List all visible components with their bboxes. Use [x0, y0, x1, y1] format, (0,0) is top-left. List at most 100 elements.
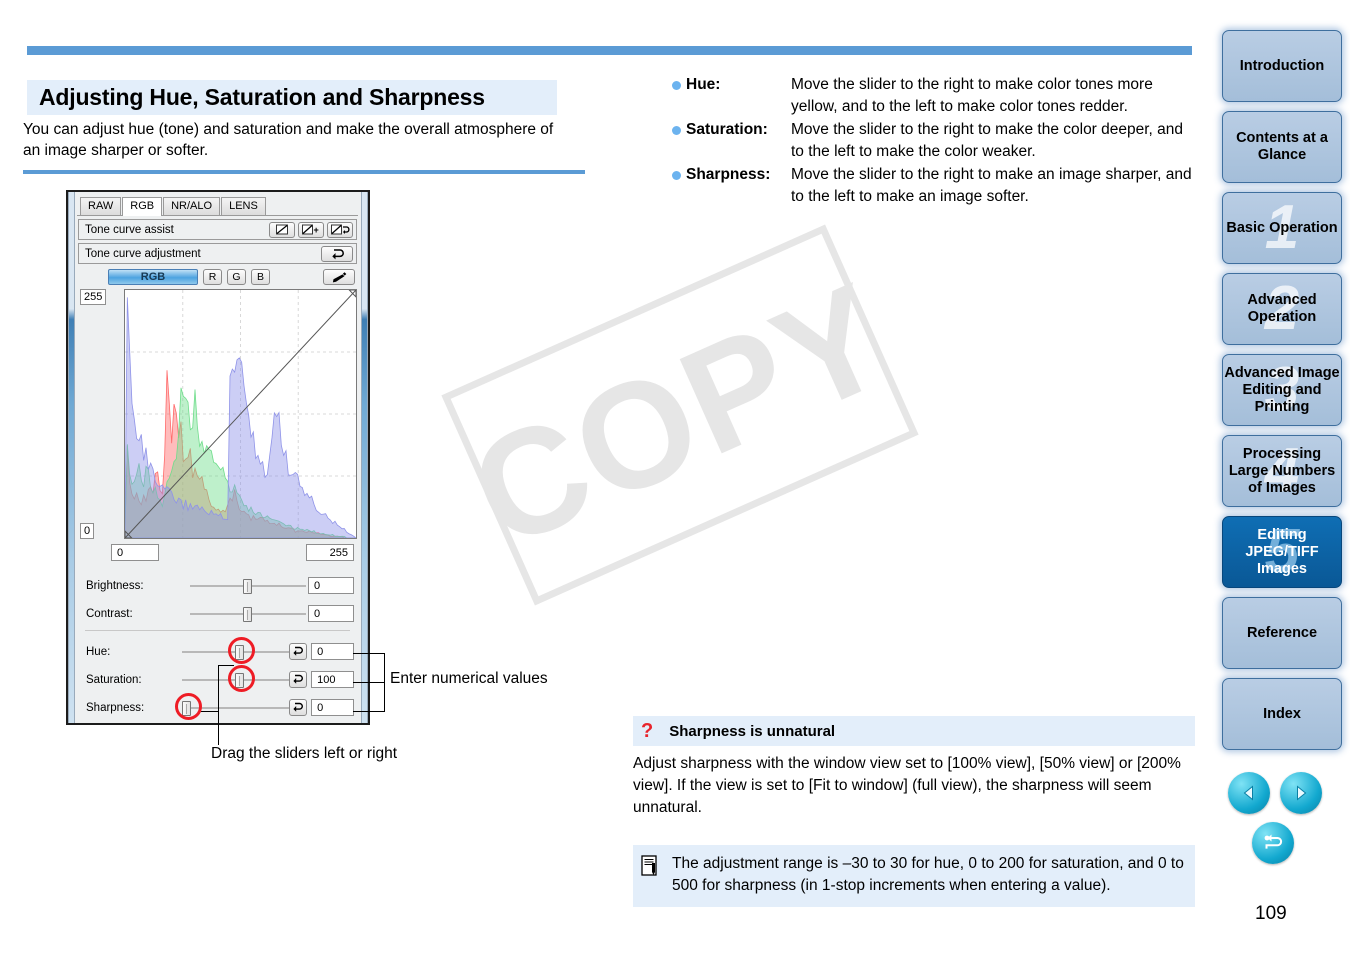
sidebar-item-basic-operation[interactable]: 1 Basic Operation — [1222, 192, 1342, 264]
back-button[interactable] — [1252, 822, 1294, 864]
saturation-thumb[interactable] — [234, 672, 244, 688]
note-pencil-icon — [641, 855, 665, 897]
left-scroll-strip[interactable] — [68, 192, 75, 723]
tone-curve-assist-label: Tone curve assist — [85, 223, 174, 236]
copy-watermark: COPY — [441, 224, 919, 606]
svg-text:+: + — [314, 225, 319, 235]
graph-y-min-label: 0 — [80, 523, 95, 539]
saturation-reset-icon[interactable] — [288, 671, 308, 688]
previous-page-button[interactable] — [1228, 772, 1270, 814]
sidebar-label-basic-operation: Basic Operation — [1226, 219, 1338, 236]
histogram-canvas[interactable] — [124, 289, 357, 539]
callout-drag-horiz-2 — [218, 665, 234, 666]
sharpness-label: Sharpness: — [86, 701, 145, 714]
sidebar-item-introduction[interactable]: Introduction — [1222, 30, 1342, 102]
contrast-slider[interactable] — [190, 606, 306, 622]
next-page-button[interactable] — [1280, 772, 1323, 814]
contrast-thumb[interactable] — [243, 606, 252, 622]
channel-b-button[interactable]: B — [251, 269, 270, 285]
tip-note: The adjustment range is –30 to 30 for hu… — [633, 845, 1195, 907]
tone-curve-assist-row: Tone curve assist + — [78, 219, 357, 240]
channel-r-button[interactable]: R — [203, 269, 222, 285]
tab-nr-alo[interactable]: NR/ALO — [163, 197, 221, 215]
sharpness-thumb[interactable] — [181, 700, 191, 716]
slider-row-contrast: Contrast: 0 — [78, 600, 357, 627]
callout-drag-horiz-1 — [198, 711, 219, 712]
curve-plus-icon[interactable]: + — [298, 221, 324, 238]
bullet-dot-icon — [672, 126, 681, 135]
hue-reset-icon[interactable] — [288, 643, 308, 660]
bullet-dot-icon — [672, 171, 681, 180]
page-navigation-buttons — [1228, 772, 1348, 864]
tone-curve-graph: 255 0 — [78, 289, 357, 539]
copy-watermark-text: COPY — [448, 250, 913, 580]
manual-page: COPY Adjusting Hue, Saturation and Sharp… — [0, 0, 1350, 954]
sidebar-item-processing-large-numbers-of-images[interactable]: 4 Processing Large Numbers of Images — [1222, 435, 1342, 507]
brightness-label: Brightness: — [86, 579, 144, 592]
input-level-field[interactable]: 0 — [111, 544, 159, 561]
sidebar-item-advanced-operation[interactable]: 2 Advanced Operation — [1222, 273, 1342, 345]
sidebar-label-contents-at-a-glance: Contents at a Glance — [1236, 130, 1328, 163]
warning-note-body: Adjust sharpness with the window view se… — [633, 755, 1181, 816]
sharpness-slider[interactable] — [181, 700, 289, 716]
chapter-navigation-sidebar: Introduction Contents at a Glance 1 Basi… — [1214, 30, 1350, 759]
saturation-label: Saturation: — [86, 673, 142, 686]
output-level-field[interactable]: 255 — [306, 544, 354, 561]
tab-raw[interactable]: RAW — [80, 197, 122, 215]
slider-row-hue: Hue: 0 — [78, 638, 357, 665]
curve-revert-icon[interactable] — [327, 221, 353, 238]
sharpness-reset-icon[interactable] — [288, 699, 308, 716]
page-title-box: Adjusting Hue, Saturation and Sharpness — [27, 80, 557, 115]
slider-row-brightness: Brightness: 0 — [78, 572, 357, 599]
bullet-desc-sharpness: Move the slider to the right to make an … — [791, 166, 1192, 205]
callout-enter-values: Enter numerical values — [390, 670, 548, 687]
slider-group-divider — [85, 630, 350, 631]
tab-rgb[interactable]: RGB — [122, 197, 163, 216]
sidebar-label-reference: Reference — [1246, 624, 1318, 641]
callout-line-hue — [353, 653, 385, 654]
tab-lens[interactable]: LENS — [221, 197, 266, 215]
sidebar-label-editing-jpeg-tiff-images: Editing JPEG/TIFF Images — [1245, 526, 1319, 577]
sidebar-item-advanced-image-editing-and-printing[interactable]: 3 Advanced Image Editing and Printing — [1222, 354, 1342, 426]
sidebar-item-contents-at-a-glance[interactable]: Contents at a Glance — [1222, 111, 1342, 183]
sidebar-item-index[interactable]: Index — [1222, 678, 1342, 750]
sidebar-label-index: Index — [1263, 705, 1301, 722]
channel-selector-row: RGB R G B — [78, 268, 357, 286]
bullet-desc-saturation: Move the slider to the right to make the… — [791, 121, 1184, 160]
sidebar-label-processing-large-numbers-of-images: Processing Large Numbers of Images — [1228, 445, 1336, 496]
brightness-value-field[interactable]: 0 — [308, 577, 354, 594]
hue-slider[interactable] — [181, 644, 289, 660]
saturation-value-field[interactable]: 100 — [311, 671, 354, 688]
sharpness-value-field[interactable]: 0 — [311, 699, 354, 716]
revert-arrow-icon[interactable] — [321, 245, 353, 262]
brightness-thumb[interactable] — [243, 578, 252, 594]
warning-note: ? Sharpness is unnatural Adjust sharpnes… — [633, 716, 1195, 819]
channel-rgb-button[interactable]: RGB — [108, 269, 198, 285]
hue-value-field[interactable]: 0 — [311, 643, 354, 660]
brightness-slider[interactable] — [190, 578, 306, 594]
hue-thumb[interactable] — [234, 644, 244, 660]
sidebar-label-advanced-image-editing-and-printing: Advanced Image Editing and Printing — [1224, 364, 1340, 415]
eyedropper-icon[interactable] — [323, 269, 355, 285]
curve-standard-icon[interactable] — [269, 221, 295, 238]
saturation-slider[interactable] — [181, 672, 289, 688]
callout-line-sharp — [353, 711, 385, 712]
callout-drag-vert-2 — [218, 665, 219, 712]
section-intro: You can adjust hue (tone) and saturation… — [23, 121, 554, 159]
page-title: Adjusting Hue, Saturation and Sharpness — [39, 84, 485, 110]
graph-y-max-label: 255 — [80, 289, 107, 305]
callout-drag-vert — [218, 711, 219, 745]
top-rule — [27, 46, 1192, 55]
sidebar-item-reference[interactable]: Reference — [1222, 597, 1342, 669]
page-number: 109 — [1255, 903, 1287, 924]
sidebar-item-editing-jpeg-tiff-images[interactable]: 5 Editing JPEG/TIFF Images — [1222, 516, 1342, 588]
hue-label: Hue: — [86, 645, 111, 658]
section-divider — [23, 170, 585, 174]
channel-g-button[interactable]: G — [227, 269, 246, 285]
right-scroll-strip[interactable] — [361, 192, 368, 723]
contrast-value-field[interactable]: 0 — [308, 605, 354, 622]
bullet-list: Hue: Move the slider to the right to mak… — [672, 74, 1192, 209]
bullet-term-saturation: Saturation: — [686, 121, 768, 138]
sidebar-label-introduction: Introduction — [1239, 57, 1325, 74]
callout-drag-sliders: Drag the sliders left or right — [211, 745, 398, 762]
